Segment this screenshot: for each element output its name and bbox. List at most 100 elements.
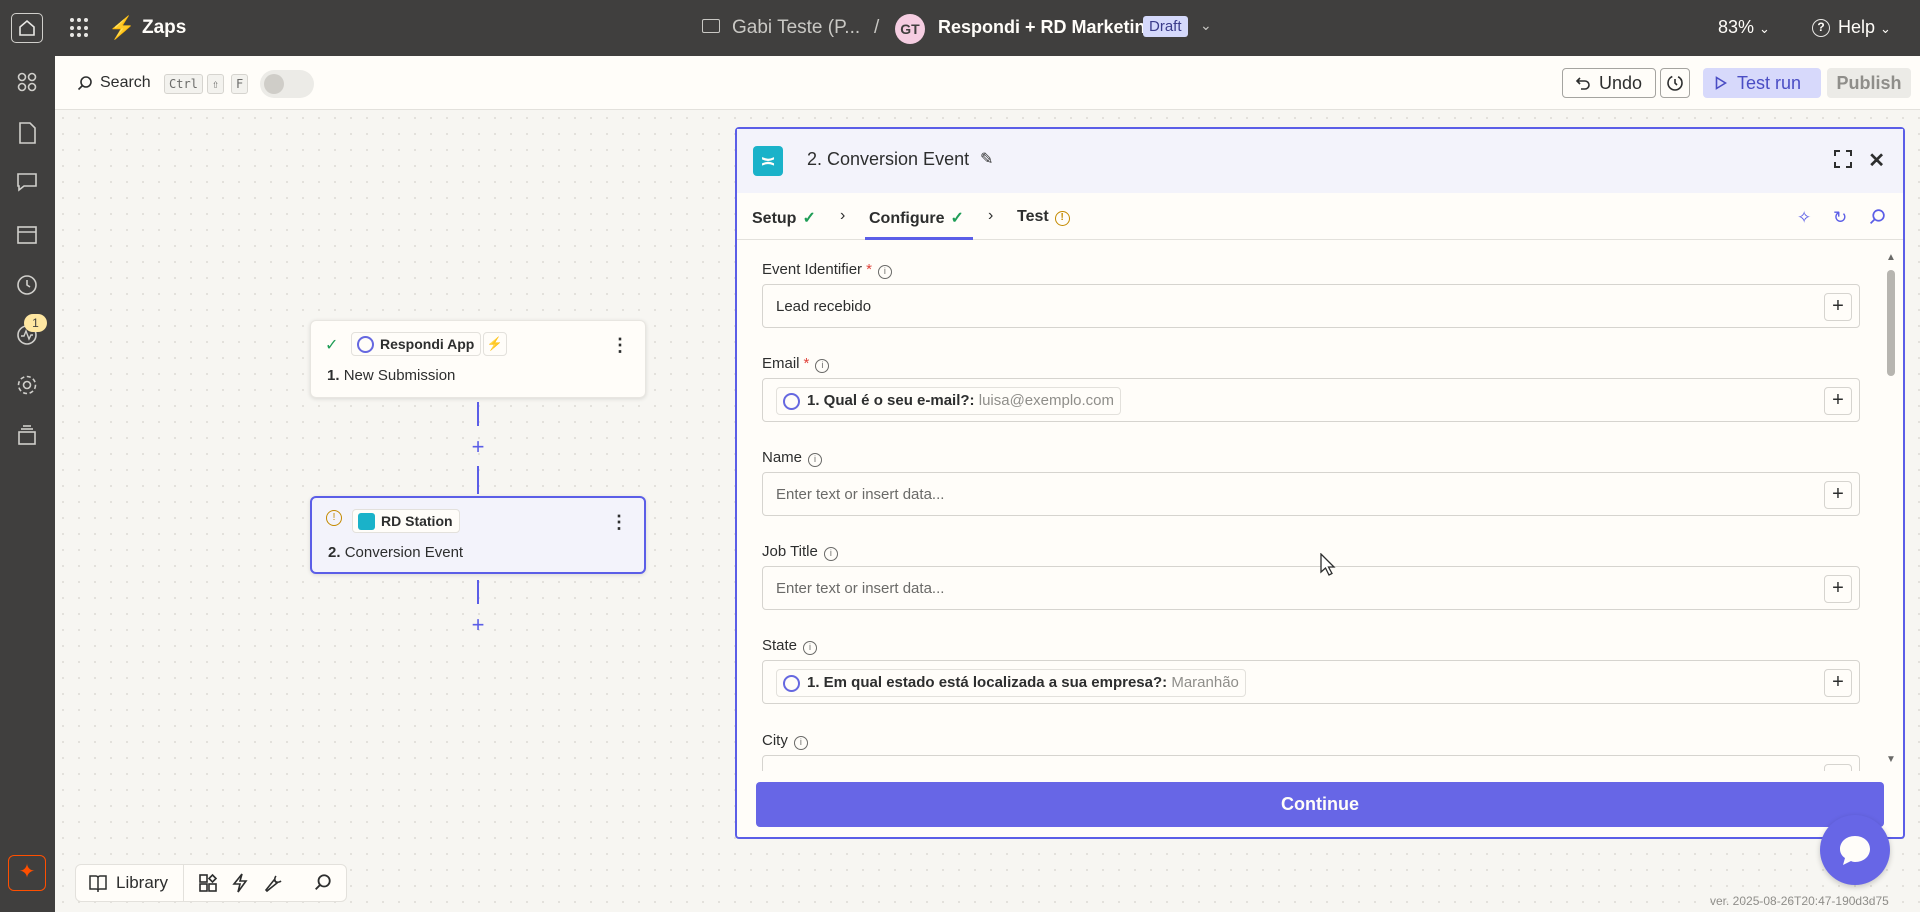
chat-icon[interactable] [15,172,39,196]
name-field[interactable]: Enter text or insert data... + [762,472,1860,516]
folder-link[interactable]: Gabi Teste (P... [732,17,860,39]
info-icon[interactable]: i [877,265,892,279]
canvas-toggle[interactable] [260,70,314,98]
rd-station-logo-icon: ≍ [753,146,783,176]
app-grid-icon[interactable] [70,18,90,38]
respondi-logo-icon [357,336,374,353]
form-scrollbar[interactable]: ▲ ▼ [1886,252,1896,765]
insert-data-button[interactable]: + [1824,669,1852,697]
info-icon[interactable]: i [808,453,823,467]
zoom-dropdown[interactable]: 83% ⌄ [1718,17,1770,38]
state-field[interactable]: 1. Em qual estado está localizada a sua … [762,660,1860,704]
check-icon: ✓ [802,210,816,227]
gear-icon[interactable] [15,374,39,398]
tab-label: Test [1017,208,1049,225]
insert-data-button[interactable]: + [1824,481,1852,509]
info-icon[interactable]: i [815,359,830,373]
scrollbar-thumb[interactable] [1887,270,1895,376]
wrench-icon[interactable] [264,873,284,898]
search-icon[interactable] [1869,208,1886,230]
zap-name[interactable]: Respondi + RD Marketing [938,17,1157,38]
add-step-button[interactable]: + [469,436,487,458]
ai-sparkle-icon[interactable]: ✧ [1797,208,1811,228]
field-label-text: Event Identifier [762,261,863,278]
step-card-1[interactable]: ✓ Respondi App ⚡ ⋮ 1. New Submission [310,320,646,398]
left-rail: 1 ✦ [0,56,55,912]
insert-data-button[interactable]: + [1824,575,1852,603]
test-run-button[interactable]: Test run [1703,68,1821,98]
version-history-button[interactable] [1660,68,1690,98]
field-value: Lead recebido [776,298,872,315]
pencil-icon[interactable]: ✎ [980,149,993,169]
file-icon[interactable] [15,122,39,146]
info-icon[interactable]: i [793,736,808,750]
mapped-data-pill[interactable]: 1. Em qual estado está localizada a sua … [776,669,1246,697]
step-card-2[interactable]: ! RD Station ⋮ 2. Conversion Event [310,496,646,574]
active-tab-indicator [865,237,973,240]
undo-button[interactable]: Undo [1562,68,1656,98]
check-icon: ✓ [325,337,339,354]
check-icon: ✓ [950,210,964,227]
search-icon[interactable] [314,873,332,896]
insert-data-button[interactable]: + [1824,387,1852,415]
add-step-button[interactable]: + [469,614,487,636]
lightning-icon[interactable] [232,873,248,898]
continue-button[interactable]: Continue [756,782,1884,827]
tab-configure[interactable]: Configure ✓ [869,208,964,228]
insert-data-button[interactable]: + [1824,764,1852,771]
rd-station-logo-icon [358,513,375,530]
warning-icon: ! [1054,211,1070,226]
more-options-icon[interactable]: ⋮ [611,335,629,356]
info-icon[interactable]: i [823,547,838,561]
support-chat-button[interactable] [1820,815,1890,885]
connector-line [477,580,479,604]
tab-test[interactable]: Test! [1017,208,1070,226]
publish-button[interactable]: Publish [1827,68,1911,98]
field-label: Job Title i [762,543,838,561]
apps-icon[interactable] [15,71,39,95]
step-name: Conversion Event [344,544,464,561]
refresh-icon[interactable]: ↻ [1833,208,1847,228]
event-identifier-field[interactable]: Lead recebido + [762,284,1860,328]
step-panel: ≍ 2. Conversion Event ✎ ✕ Setup ✓ › Confi… [735,127,1905,839]
scroll-up-icon[interactable]: ▲ [1886,252,1896,263]
expand-icon[interactable] [1833,149,1853,174]
library-button[interactable]: Library [76,865,184,901]
undo-icon [1575,77,1590,90]
connector-line [477,402,479,426]
pill-label: 1. Qual é o seu e-mail?: [807,392,975,409]
field-label: State i [762,637,818,655]
tab-setup[interactable]: Setup ✓ [752,208,816,228]
step-number: 1. [327,367,340,384]
search-icon[interactable] [77,75,93,96]
test-run-label: Test run [1737,72,1802,93]
clock-icon[interactable] [15,274,39,298]
home-button[interactable] [11,13,43,43]
job-title-field[interactable]: Enter text or insert data... + [762,566,1860,610]
shortcut-key-shift: ⇧ [207,74,225,94]
chevron-down-icon[interactable]: ⌄ [1200,17,1212,34]
help-menu[interactable]: Help ⌄ [1838,17,1891,38]
email-field[interactable]: 1. Qual é o seu e-mail?: luisa@exemplo.c… [762,378,1860,422]
help-icon[interactable]: ? [1812,19,1830,37]
instant-trigger-icon: ⚡ [483,332,507,356]
panel-title[interactable]: 2. Conversion Event [807,149,969,170]
insert-data-button[interactable]: + [1824,293,1852,321]
avatar[interactable]: GT [895,14,925,44]
mapped-data-pill[interactable]: 1. Qual é o seu e-mail?: luisa@exemplo.c… [776,387,1122,415]
city-field[interactable]: + [762,755,1860,771]
widgets-icon[interactable] [198,873,218,898]
scroll-down-icon[interactable]: ▼ [1886,754,1896,765]
ai-assistant-icon[interactable]: ✦ [8,855,46,891]
more-options-icon[interactable]: ⋮ [610,512,628,533]
connector-line [477,466,479,494]
app-name[interactable]: Zaps [142,17,186,39]
calendar-icon[interactable] [15,223,39,247]
close-icon[interactable]: ✕ [1868,148,1885,173]
search-button[interactable]: Search [100,74,151,92]
version-text: ver. 2025-08-26T20:47-190d3d75 [1710,894,1889,908]
info-icon[interactable]: i [803,641,818,655]
bottom-toolbar: Library [75,864,347,902]
app-chip-label: RD Station [381,513,453,529]
stack-icon[interactable] [15,424,39,448]
